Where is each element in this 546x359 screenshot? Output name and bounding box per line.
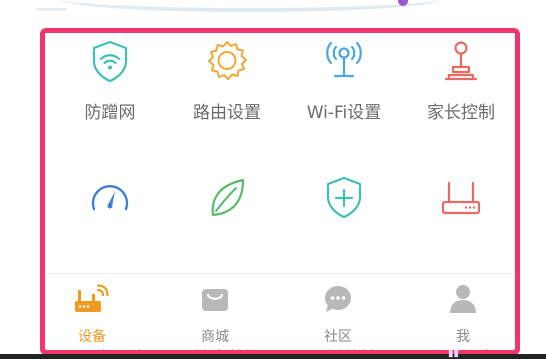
top-decoration [60,0,440,12]
screen: 防蹭网 路由设置 Wi-Fi设置 家长控制 设备 商城 社区 我 ▮▮ [0,0,546,359]
top-strip [0,0,546,24]
top-divider [36,8,66,11]
bottom-decoration: ▮▮ [448,348,460,359]
system-bottom-bar [0,354,546,359]
highlight-frame [40,28,520,355]
